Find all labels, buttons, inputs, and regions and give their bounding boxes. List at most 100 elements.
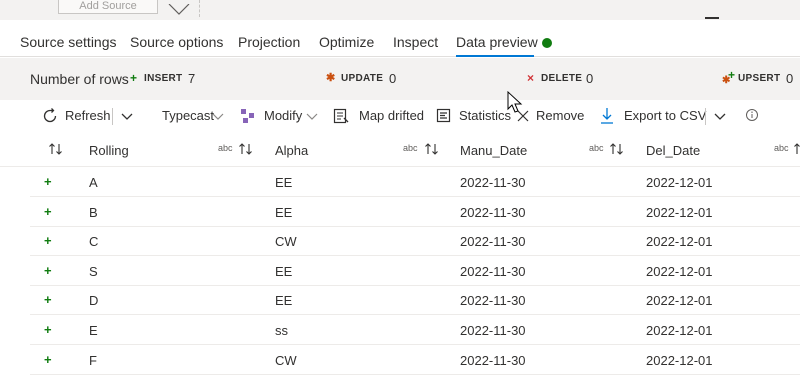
insert-icon: + (130, 71, 138, 85)
insert-row-icon: + (44, 322, 52, 337)
table-header: Rolling abc Alpha abc Manu_Date abc Del_… (0, 133, 800, 167)
table-cell: EE (275, 175, 293, 190)
info-icon[interactable] (745, 108, 759, 125)
tab-source-settings[interactable]: Source settings (20, 34, 117, 50)
table-cell: S (89, 263, 98, 279)
table-cell: F (89, 352, 97, 368)
table-cell: D (89, 293, 99, 309)
column-header-alpha[interactable]: Alpha (275, 143, 308, 158)
insert-row-icon: + (44, 262, 52, 278)
insert-row-icon: + (44, 174, 52, 189)
typecast-button[interactable]: Typecast (162, 108, 214, 123)
delete-label: DELETE (541, 73, 583, 84)
table-cell: 2022-12-01 (646, 204, 713, 220)
delete-count: 0 (586, 71, 594, 86)
sort-icon[interactable] (793, 141, 800, 160)
chevron-down-icon[interactable] (121, 110, 133, 125)
tab-bar: Source settings Source options Projectio… (0, 20, 800, 57)
upsert-count: 0 (786, 71, 794, 86)
table-row[interactable]: + B EE 2022-11-30 2022-12-01 (30, 197, 800, 227)
upsert-icon: ✱ + (722, 68, 736, 86)
insert-row-icon: + (44, 233, 52, 249)
insert-row-icon: + (44, 292, 52, 308)
table-row[interactable]: + S EE 2022-11-30 2022-12-01 (30, 256, 800, 286)
table-cell: 2022-11-30 (460, 323, 526, 338)
table-cell: 2022-11-30 (460, 234, 526, 250)
close-icon[interactable] (158, 0, 200, 17)
mouse-pointer-icon (507, 90, 523, 118)
tab-inspect[interactable]: Inspect (393, 34, 438, 50)
table-cell: EE (275, 263, 293, 279)
table-cell: 2022-12-01 (646, 234, 713, 250)
map-drifted-button[interactable]: Map drifted (359, 108, 424, 123)
insert-count: 7 (188, 71, 196, 86)
toolbar-divider (112, 108, 113, 125)
sort-icon[interactable] (424, 141, 440, 160)
table-cell: 2022-11-30 (460, 263, 526, 279)
status-dot-icon (542, 38, 552, 48)
table-row[interactable]: + C CW 2022-11-30 2022-12-01 (30, 226, 800, 257)
data-flow-panel: Add Source Source settings Source option… (0, 0, 800, 388)
string-type-icon: abc (218, 143, 233, 153)
table-cell: CW (275, 352, 297, 368)
update-label: UPDATE (341, 73, 384, 84)
minimize-icon[interactable] (705, 17, 719, 19)
table-cell: 2022-11-30 (460, 175, 526, 190)
upsert-label: UPSERT (738, 73, 781, 84)
refresh-button[interactable]: Refresh (65, 108, 111, 123)
table-cell: EE (275, 204, 293, 220)
sort-icon[interactable] (609, 141, 625, 160)
tab-projection[interactable]: Projection (238, 34, 300, 50)
chevron-down-icon[interactable] (212, 110, 224, 125)
table-cell: 2022-11-30 (460, 204, 526, 220)
table-row[interactable]: + D EE 2022-11-30 2022-12-01 (30, 285, 800, 316)
insert-row-icon: + (44, 203, 52, 219)
table-cell: CW (275, 234, 297, 250)
table-cell: B (89, 204, 98, 220)
statistics-icon[interactable] (436, 107, 452, 128)
table-cell: 2022-12-01 (646, 352, 713, 368)
insert-label: INSERT (144, 73, 183, 84)
statistics-button[interactable]: Statistics (459, 108, 511, 123)
preview-toolbar: Refresh Typecast Modify Map drifted Stat… (0, 100, 800, 133)
table-cell: 2022-11-30 (460, 352, 526, 368)
add-source-button[interactable]: Add Source (58, 0, 158, 14)
chevron-down-icon[interactable] (714, 110, 726, 125)
row-stats-bar: Number of rows + INSERT 7 ✱ UPDATE 0 × D… (0, 58, 800, 100)
active-tab-indicator (456, 55, 534, 57)
map-drifted-icon[interactable] (333, 107, 350, 128)
modify-icon[interactable] (240, 107, 256, 128)
chevron-down-icon[interactable] (306, 110, 318, 125)
download-icon[interactable] (600, 107, 614, 128)
tab-source-options[interactable]: Source options (130, 34, 223, 50)
sort-icon[interactable] (238, 141, 254, 160)
delete-icon: × (527, 71, 535, 85)
canvas-strip: Add Source (0, 0, 800, 20)
table-cell: 2022-12-01 (646, 323, 713, 338)
rows-label: Number of rows (30, 71, 129, 87)
modify-button[interactable]: Modify (264, 108, 302, 123)
table-row[interactable]: + A EE 2022-11-30 2022-12-01 (30, 167, 800, 197)
table-cell: E (89, 323, 98, 338)
table-cell: 2022-11-30 (460, 293, 526, 309)
column-header-rolling[interactable]: Rolling (89, 143, 129, 158)
tab-data-preview[interactable]: Data preview (456, 34, 538, 50)
sort-icon[interactable] (48, 141, 64, 160)
table-cell: EE (275, 293, 293, 309)
refresh-icon[interactable] (41, 107, 59, 128)
toolbar-divider (705, 108, 706, 125)
table-row[interactable]: + F CW 2022-11-30 2022-12-01 (30, 345, 800, 375)
remove-button[interactable]: Remove (536, 108, 584, 123)
table-cell: 2022-12-01 (646, 293, 713, 309)
table-row[interactable]: + Ess 2022-11-30 2022-12-01 (30, 315, 800, 345)
column-header-del-date[interactable]: Del_Date (646, 143, 700, 158)
table-cell: 2022-12-01 (646, 175, 713, 190)
table-cell: A (89, 175, 98, 190)
column-header-manu-date[interactable]: Manu_Date (460, 143, 527, 158)
string-type-icon: abc (403, 143, 418, 153)
tab-optimize[interactable]: Optimize (319, 34, 374, 50)
table-cell: C (89, 234, 99, 250)
export-csv-button[interactable]: Export to CSV (624, 108, 706, 123)
string-type-icon: abc (774, 143, 789, 153)
table-cell: 2022-12-01 (646, 263, 713, 279)
